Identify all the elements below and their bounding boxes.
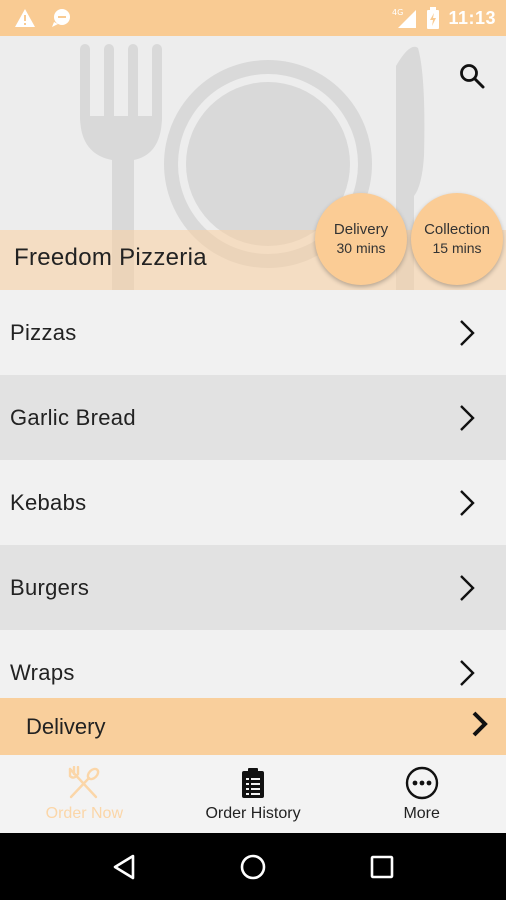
category-label: Pizzas (10, 319, 77, 345)
category-label: Garlic Bread (10, 404, 136, 430)
collection-badge-title: Collection (424, 221, 490, 238)
chevron-right-icon (458, 489, 476, 517)
signal-icon: 4G (392, 7, 418, 29)
delivery-mode-label: Delivery (26, 713, 106, 739)
category-label: Burgers (10, 574, 90, 600)
chevron-right-icon (458, 404, 476, 432)
chevron-right-icon (470, 710, 490, 743)
more-dots-icon (405, 765, 439, 801)
svg-text:4G: 4G (392, 8, 403, 17)
status-bar: 4G 11:13 (0, 0, 506, 36)
home-button[interactable] (229, 843, 277, 891)
back-triangle-icon (114, 854, 135, 879)
category-item-wraps[interactable]: Wraps (0, 630, 506, 698)
tab-label: Order Now (45, 805, 124, 822)
tab-order-now[interactable]: Order Now (0, 755, 169, 833)
back-button[interactable] (100, 843, 148, 891)
fork-spoon-icon (66, 765, 102, 801)
recents-square-icon (370, 855, 393, 878)
recents-button[interactable] (358, 843, 406, 891)
restaurant-name: Freedom Pizzeria (14, 244, 207, 271)
chevron-right-icon (458, 574, 476, 602)
clipboard-icon (241, 765, 265, 801)
category-label: Wraps (10, 659, 75, 685)
chevron-right-icon (458, 659, 476, 687)
delivery-badge-title: Delivery (333, 221, 389, 238)
chat-bubble-icon (50, 8, 72, 28)
status-time: 11:13 (448, 7, 496, 28)
bottom-tab-bar: Order Now Order History More (0, 755, 506, 833)
tab-label: Order History (205, 805, 301, 822)
tab-label: More (403, 805, 440, 822)
category-item-pizzas[interactable]: Pizzas (0, 290, 506, 375)
search-icon (460, 64, 485, 89)
delivery-mode-bar[interactable]: Delivery (0, 698, 506, 755)
category-item-garlic-bread[interactable]: Garlic Bread (0, 375, 506, 460)
category-label: Kebabs (10, 489, 87, 515)
home-circle-icon (240, 854, 266, 879)
category-item-kebabs[interactable]: Kebabs (0, 460, 506, 545)
battery-icon (426, 7, 440, 29)
delivery-badge-time: 30 mins (336, 240, 386, 256)
category-list: Pizzas Garlic Bread Kebabs Burgers Wraps (0, 290, 506, 698)
system-nav-bar (0, 833, 506, 900)
warning-icon (14, 8, 36, 28)
collection-badge-time: 15 mins (432, 240, 482, 256)
header: Freedom Pizzeria Delivery 30 mins Collec… (0, 36, 506, 290)
tab-more[interactable]: More (337, 755, 506, 833)
category-item-burgers[interactable]: Burgers (0, 545, 506, 630)
tab-order-history[interactable]: Order History (169, 755, 338, 833)
search-button[interactable] (456, 60, 488, 92)
collection-time-badge[interactable]: Collection 15 mins (411, 193, 503, 285)
chevron-right-icon (458, 319, 476, 347)
delivery-time-badge[interactable]: Delivery 30 mins (315, 193, 407, 285)
